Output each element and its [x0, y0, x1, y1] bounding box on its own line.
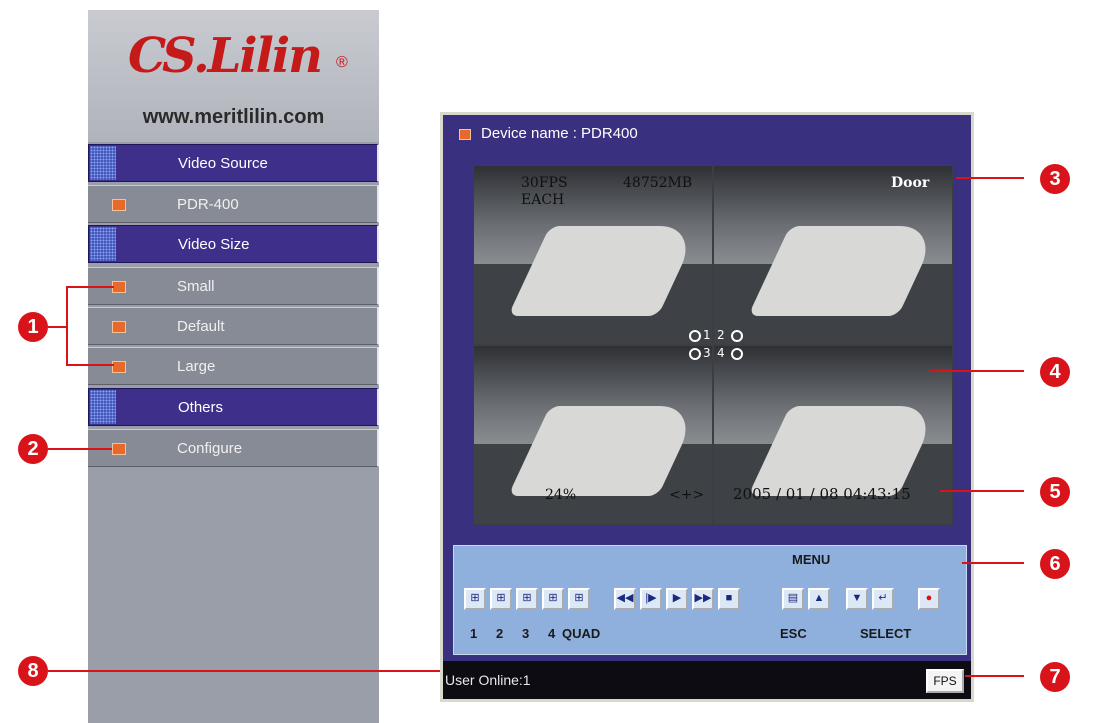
pattern-icon — [90, 390, 116, 424]
callout-line — [66, 286, 68, 366]
callout-1: 1 — [18, 312, 48, 342]
sidebar-header-others: Others — [88, 388, 379, 426]
callout-line — [48, 448, 112, 450]
rewind-button[interactable]: ◀◀ — [614, 588, 636, 610]
logo: C S.Lilin ® www.meritlilin.com — [88, 10, 379, 142]
step-button[interactable]: |▶ — [640, 588, 662, 610]
quad-label: QUAD — [562, 626, 601, 641]
callout-4: 4 — [1040, 357, 1070, 387]
callout-line — [66, 286, 114, 288]
callout-line — [48, 326, 68, 328]
sidebar-item-label: Small — [177, 278, 215, 295]
record-button[interactable]: ● — [918, 588, 940, 610]
callout-line — [965, 675, 1024, 677]
storage-overlay: 48752MB — [623, 175, 693, 191]
sidebar-item-label: Configure — [177, 440, 243, 457]
quad-number: 2 — [717, 328, 725, 342]
up-button[interactable]: ▲ — [808, 588, 830, 610]
viewer-panel: Device name : PDR400 30FPS EACH 48752MB … — [440, 112, 974, 702]
callout-6: 6 — [1040, 549, 1070, 579]
callout-line — [940, 490, 1024, 492]
sidebar: C S.Lilin ® www.meritlilin.com Video Sou… — [88, 10, 379, 723]
registered-mark: ® — [336, 54, 348, 71]
status-bar: User Online:1 FPS — [443, 661, 971, 699]
bullet-icon — [112, 443, 126, 455]
circle-icon — [731, 330, 743, 342]
fps-button[interactable]: FPS — [926, 669, 964, 693]
sidebar-header-video-size: Video Size — [88, 225, 379, 263]
bullet-icon — [112, 321, 126, 333]
camera-3-button[interactable]: ⊞ — [516, 588, 538, 610]
callout-2: 2 — [18, 434, 48, 464]
pattern-icon — [90, 227, 116, 261]
bullet-icon — [112, 361, 126, 373]
sidebar-item-default[interactable]: Default — [88, 307, 379, 345]
arrows-overlay: <+> — [669, 487, 705, 503]
callout-7: 7 — [1040, 662, 1070, 692]
sidebar-item-configure[interactable]: Configure — [88, 429, 379, 467]
select-button[interactable]: ↵ — [872, 588, 894, 610]
quad-number: 1 — [703, 328, 711, 342]
quad-number: 4 — [717, 346, 725, 360]
pattern-icon — [90, 146, 116, 180]
callout-8: 8 — [18, 656, 48, 686]
callout-line — [962, 562, 1024, 564]
device-name-label: Device name : PDR400 — [481, 125, 638, 142]
sidebar-item-pdr-400[interactable]: PDR-400 — [88, 185, 379, 223]
video-display[interactable]: 30FPS EACH 48752MB Door 24% <+> 2005 / 0… — [473, 165, 953, 525]
camera-4-label: 4 — [548, 626, 556, 641]
play-button[interactable]: ▶ — [666, 588, 688, 610]
sidebar-item-label: PDR-400 — [177, 196, 239, 213]
camera-2-button[interactable]: ⊞ — [490, 588, 512, 610]
circle-icon — [689, 348, 701, 360]
control-panel: MENU ⊞ ⊞ ⊞ ⊞ ⊞ ◀◀ |▶ ▶ ▶▶ ■ ▤ ▲ ▼ ↵ ● 1 … — [453, 545, 967, 655]
sidebar-header-video-source: Video Source — [88, 144, 379, 182]
camera-4-button[interactable]: ⊞ — [542, 588, 564, 610]
circle-icon — [731, 348, 743, 360]
stop-button[interactable]: ■ — [718, 588, 740, 610]
bullet-icon — [459, 128, 471, 140]
quad-indicator: 1 2 3 4 — [689, 328, 745, 364]
camera-2-label: 2 — [496, 626, 504, 641]
logo-initial: C — [128, 28, 166, 84]
callout-line — [66, 364, 114, 366]
device-name: Device name : PDR400 — [459, 125, 638, 142]
camera-view-1[interactable] — [473, 165, 713, 345]
bullet-icon — [112, 199, 126, 211]
menu-label: MENU — [792, 552, 831, 567]
sidebar-item-small[interactable]: Small — [88, 267, 379, 305]
each-overlay: EACH — [521, 192, 565, 208]
quad-button[interactable]: ⊞ — [568, 588, 590, 610]
sidebar-header-label: Others — [178, 399, 224, 416]
esc-button[interactable]: ▤ — [782, 588, 804, 610]
user-online-status: User Online:1 — [445, 672, 531, 688]
bullet-icon — [112, 281, 126, 293]
camera-1-label: 1 — [470, 626, 478, 641]
circle-icon — [689, 330, 701, 342]
quad-number: 3 — [703, 346, 711, 360]
down-button[interactable]: ▼ — [846, 588, 868, 610]
esc-label: ESC — [780, 626, 807, 641]
fast-forward-button[interactable]: ▶▶ — [692, 588, 714, 610]
callout-line — [956, 177, 1024, 179]
callout-5: 5 — [1040, 477, 1070, 507]
sidebar-header-label: Video Source — [178, 155, 268, 172]
camera-view-2[interactable] — [713, 165, 953, 345]
callout-line — [930, 370, 1024, 372]
logo-url: www.meritlilin.com — [142, 106, 325, 128]
select-label: SELECT — [860, 626, 912, 641]
camera-3-label: 3 — [522, 626, 530, 641]
logo-brand: S.Lilin — [162, 28, 323, 84]
camera-1-button[interactable]: ⊞ — [464, 588, 486, 610]
sidebar-header-label: Video Size — [178, 236, 250, 253]
camera-name-overlay: Door — [891, 175, 930, 191]
fps-overlay: 30FPS — [521, 175, 568, 191]
sidebar-item-label: Large — [177, 358, 216, 375]
percent-overlay: 24% — [545, 487, 577, 503]
sidebar-item-large[interactable]: Large — [88, 347, 379, 385]
callout-3: 3 — [1040, 164, 1070, 194]
timestamp-overlay: 2005 / 01 / 08 04:43:15 — [733, 485, 911, 503]
callout-line — [48, 670, 452, 672]
sidebar-item-label: Default — [177, 318, 225, 335]
